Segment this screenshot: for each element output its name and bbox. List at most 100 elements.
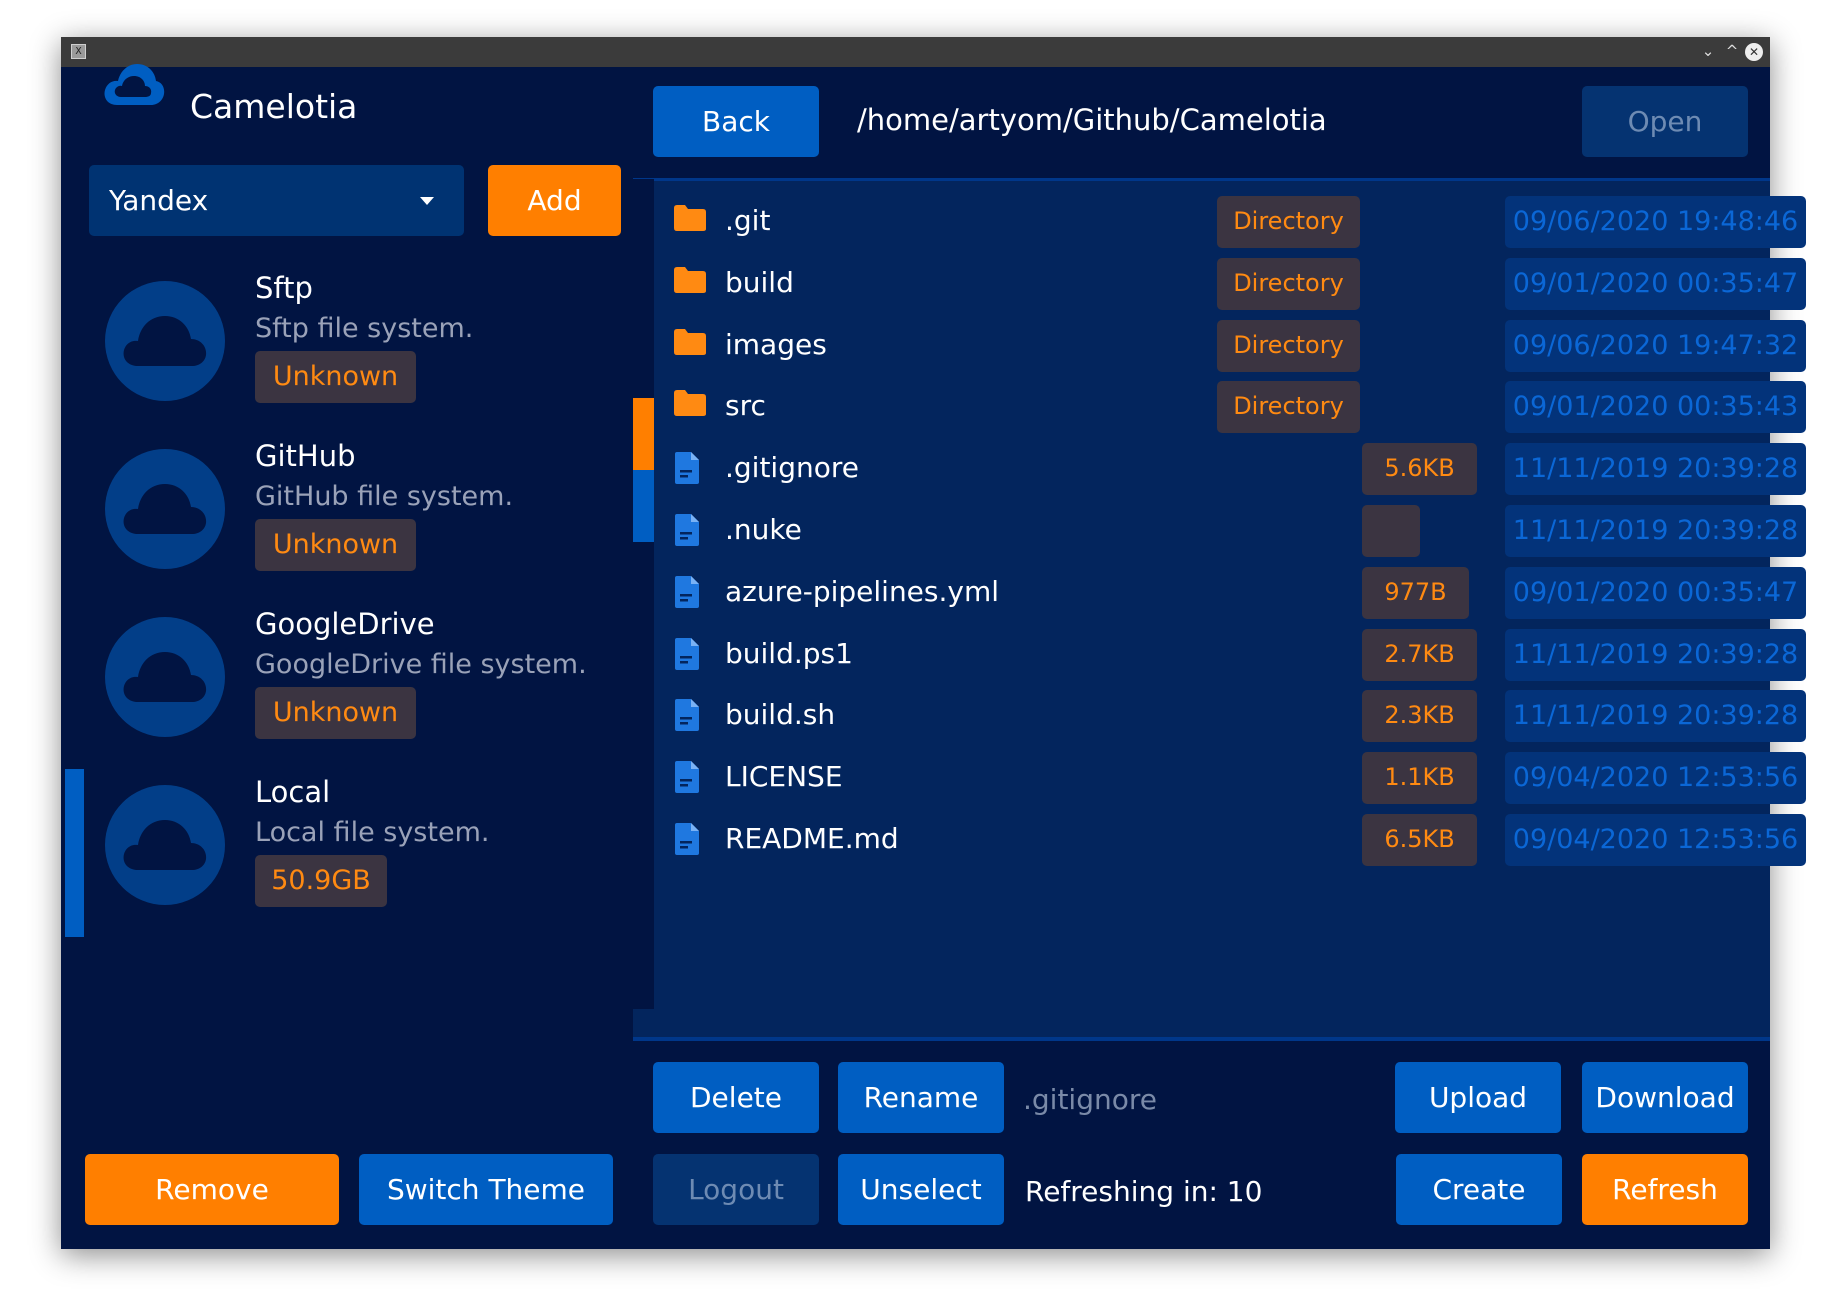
provider-name: GoogleDrive <box>255 607 435 641</box>
provider-description: GoogleDrive file system. <box>255 649 587 680</box>
modified-date: 11/11/2019 20:39:28 <box>1505 690 1806 743</box>
status-badge: Unknown <box>255 351 416 403</box>
cloud-icon <box>123 484 207 534</box>
modified-date: 09/06/2020 19:48:46 <box>1505 196 1806 248</box>
title-bar: X ⌄ ^ ✕ <box>61 37 1770 67</box>
file-icon <box>673 513 701 551</box>
modified-date: 09/01/2020 00:35:47 <box>1505 257 1806 310</box>
upload-button[interactable]: Upload <box>1395 1062 1561 1133</box>
size-badge: 2.3KB <box>1362 690 1477 743</box>
file-name: images <box>725 327 827 361</box>
provider-type-value: Yandex <box>109 184 209 217</box>
file-icon <box>673 822 701 860</box>
divider <box>633 178 1770 181</box>
folder-icon <box>673 389 707 421</box>
modified-date: 09/06/2020 19:47:32 <box>1505 319 1806 372</box>
file-name: build.sh <box>725 698 836 732</box>
file-name: azure-pipelines.yml <box>725 574 1000 608</box>
file-name: README.md <box>725 822 899 855</box>
file-name: LICENSE <box>725 760 843 794</box>
selected-path-label: .gitignore <box>1023 1083 1157 1116</box>
add-button[interactable]: Add <box>488 165 621 236</box>
create-button[interactable]: Create <box>1396 1154 1562 1225</box>
provider-item[interactable]: GitHub GitHub file system. Unknown <box>61 433 621 601</box>
avatar <box>105 449 225 569</box>
divider <box>633 1037 1770 1041</box>
size-badge: 5.6KB <box>1362 443 1477 496</box>
type-badge: Directory <box>1217 319 1360 372</box>
file-icon <box>673 575 701 613</box>
provider-item[interactable]: GoogleDrive GoogleDrive file system. Unkno… <box>61 601 621 769</box>
scrollbar-handle-secondary[interactable] <box>633 470 654 542</box>
status-badge: 50.9GB <box>255 855 387 907</box>
file-name: .gitignore <box>725 451 859 485</box>
file-name: .nuke <box>725 513 802 546</box>
app-icon: X <box>71 44 86 59</box>
file-icon <box>673 637 701 675</box>
modified-date: 11/11/2019 20:39:28 <box>1505 628 1806 681</box>
cloud-icon <box>123 316 207 366</box>
modified-date: 09/04/2020 12:53:56 <box>1505 814 1806 866</box>
provider-name: GitHub <box>255 439 356 473</box>
modified-date: 09/01/2020 00:35:43 <box>1505 381 1806 434</box>
cloud-icon <box>123 820 207 870</box>
file-icon <box>673 698 701 736</box>
logout-button[interactable]: Logout <box>653 1154 819 1225</box>
avatar <box>105 281 225 401</box>
provider-description: Sftp file system. <box>255 313 474 344</box>
unselect-button[interactable]: Unselect <box>838 1154 1004 1225</box>
switch-theme-button[interactable]: Switch Theme <box>359 1154 613 1225</box>
rename-button[interactable]: Rename <box>838 1062 1004 1133</box>
delete-button[interactable]: Delete <box>653 1062 819 1133</box>
modified-date: 09/01/2020 00:35:47 <box>1505 566 1806 619</box>
refresh-countdown: Refreshing in: 10 <box>1025 1175 1263 1208</box>
table-row[interactable]: README.md 6.5KB 09/04/2020 12:53:56 <box>659 804 1806 876</box>
type-badge: Directory <box>1217 257 1360 310</box>
modified-date: 09/04/2020 12:53:56 <box>1505 752 1806 805</box>
type-badge: Directory <box>1217 381 1360 434</box>
chevron-down-icon <box>420 197 434 205</box>
modified-date: 11/11/2019 20:39:28 <box>1505 443 1806 496</box>
refresh-button[interactable]: Refresh <box>1582 1154 1748 1225</box>
provider-name: Sftp <box>255 271 313 305</box>
maximize-icon[interactable]: ^ <box>1722 41 1742 61</box>
size-badge: 2.7KB <box>1362 628 1477 681</box>
cloud-icon <box>123 652 207 702</box>
folder-icon <box>673 204 707 236</box>
selection-indicator <box>65 769 84 937</box>
file-name: src <box>725 389 766 423</box>
file-name: build <box>725 265 794 299</box>
avatar <box>105 617 225 737</box>
status-badge: Unknown <box>255 519 416 571</box>
close-icon[interactable]: ✕ <box>1745 43 1763 61</box>
back-button[interactable]: Back <box>653 86 819 157</box>
size-badge: 6.5KB <box>1362 814 1477 866</box>
file-icon <box>673 760 701 798</box>
app-title: Camelotia <box>190 87 358 126</box>
provider-description: Local file system. <box>255 817 490 848</box>
cloud-icon <box>104 64 165 105</box>
provider-item[interactable]: Sftp Sftp file system. Unknown <box>61 265 621 433</box>
current-path: /home/artyom/Github/Camelotia <box>857 103 1327 137</box>
scrollbar-handle[interactable] <box>633 398 654 470</box>
size-badge: 977B <box>1362 566 1469 619</box>
open-button[interactable]: Open <box>1582 86 1748 157</box>
provider-type-select[interactable]: Yandex <box>89 165 464 236</box>
file-name: build.ps1 <box>725 636 853 670</box>
modified-date: 11/11/2019 20:39:28 <box>1505 505 1806 557</box>
folder-icon <box>673 266 707 298</box>
minimize-icon[interactable]: ⌄ <box>1698 41 1718 61</box>
folder-icon <box>673 328 707 360</box>
provider-name: Local <box>255 775 331 809</box>
scrollbar-track[interactable] <box>633 179 654 1009</box>
avatar <box>105 785 225 905</box>
size-badge <box>1362 505 1420 557</box>
type-badge: Directory <box>1217 196 1360 248</box>
remove-button[interactable]: Remove <box>85 1154 339 1225</box>
provider-item[interactable]: Local Local file system. 50.9GB <box>61 769 621 937</box>
download-button[interactable]: Download <box>1582 1062 1748 1133</box>
size-badge: 1.1KB <box>1362 752 1477 805</box>
file-name: .git <box>725 204 771 237</box>
status-badge: Unknown <box>255 687 416 739</box>
app-window: X ⌄ ^ ✕ Camelotia Yandex Add Sftp Sftp fi… <box>61 37 1806 1249</box>
